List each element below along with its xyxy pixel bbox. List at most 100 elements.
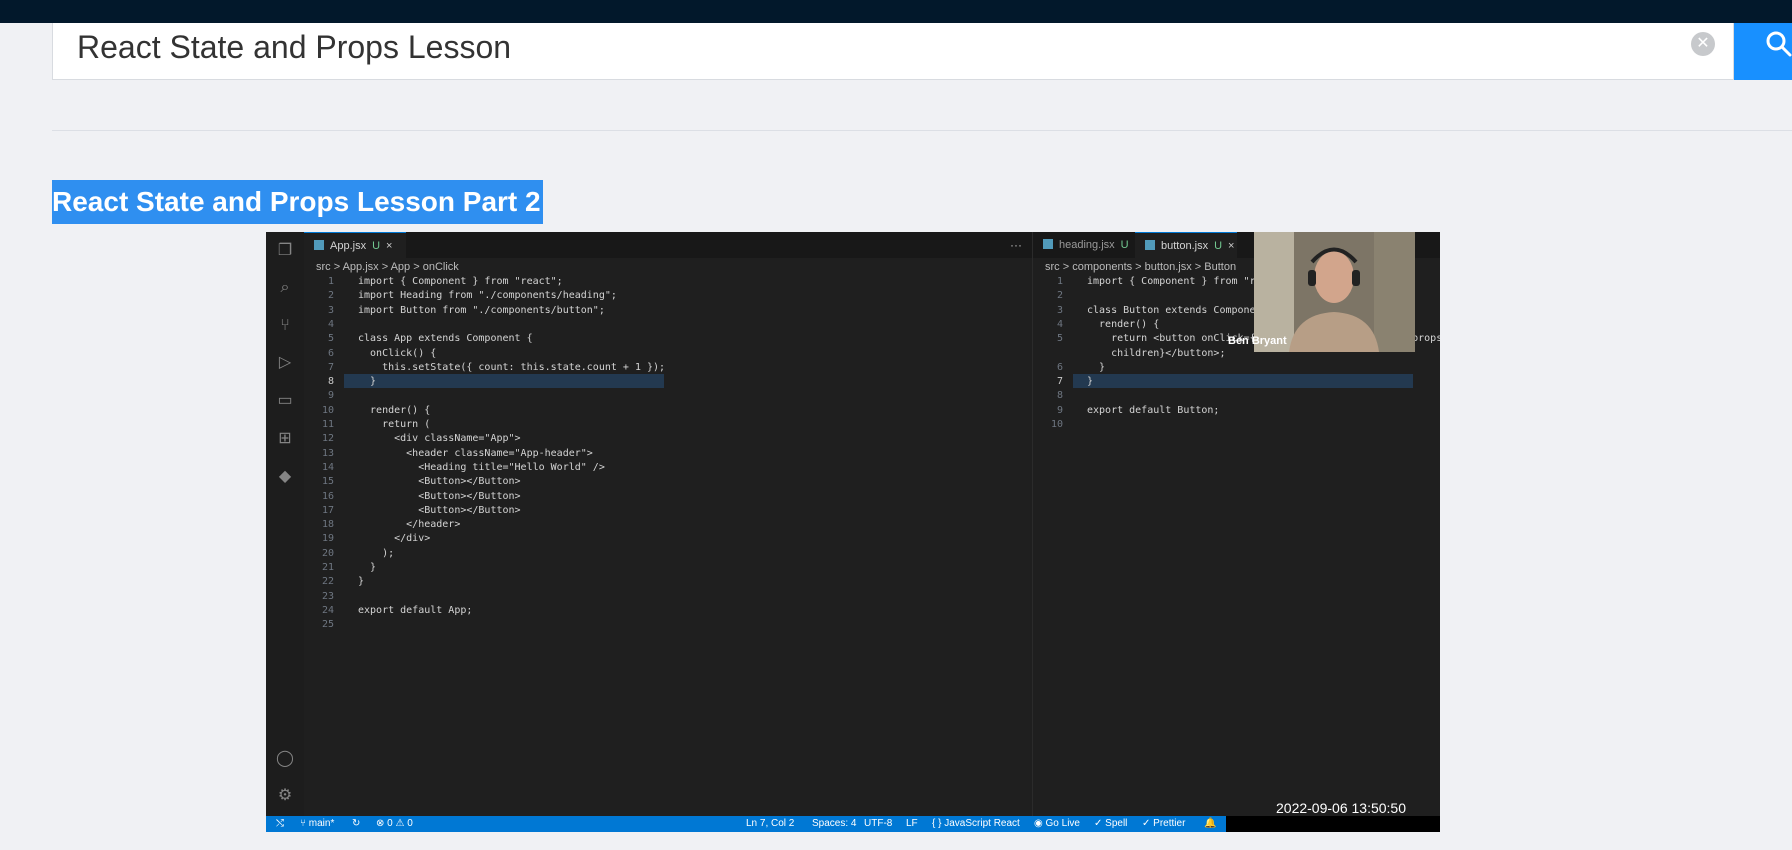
line-number: 22 xyxy=(321,576,334,588)
editor-pane-left: App.jsx U × ··· src > App.jsx > App > onCl… xyxy=(304,232,1033,816)
breadcrumb: src > App.jsx > App > onClick xyxy=(316,261,459,273)
code-text: import Heading from "./components/headin… xyxy=(358,290,617,302)
run-debug-icon: ▷ xyxy=(278,354,292,371)
indentation[interactable]: Spaces: 4 xyxy=(812,816,856,832)
code-text: render() { xyxy=(358,404,431,416)
settings-gear-icon: ⚙ xyxy=(277,787,293,804)
branch-indicator[interactable]: ⑂ main* xyxy=(300,816,334,832)
code-line: 25 xyxy=(304,619,1032,633)
line-number: 8 xyxy=(1056,390,1063,402)
line-number: 9 xyxy=(1056,404,1063,416)
code-line: 3 import Button from "./components/button… xyxy=(304,305,1032,319)
code-line: 21 } xyxy=(304,562,1032,576)
code-text: <Button></Button> xyxy=(358,476,521,488)
code-line: 19 </div> xyxy=(304,533,1032,547)
go-live-button[interactable]: ◉ Go Live xyxy=(1034,816,1080,832)
code-line: 22} xyxy=(304,576,1032,590)
line-number: 6 xyxy=(1056,361,1063,373)
close-circle-icon[interactable]: ✕ xyxy=(1691,32,1715,56)
remote-icon[interactable]: ⤭ xyxy=(276,816,284,832)
line-ending[interactable]: LF xyxy=(906,816,918,832)
line-number: 4 xyxy=(327,318,334,330)
search-input[interactable]: React State and Props Lesson ✕ xyxy=(52,23,1734,80)
code-line: 9 export default Button; xyxy=(1033,405,1440,419)
language-mode[interactable]: { } JavaScript React xyxy=(932,816,1020,832)
cursor-position[interactable]: Ln 7, Col 2 xyxy=(746,816,794,832)
encoding[interactable]: UTF-8 xyxy=(864,816,892,832)
line-number: 25 xyxy=(321,619,334,631)
untracked-badge: U xyxy=(1214,240,1223,252)
code-line: 13 <header className="App-header"> xyxy=(304,448,1032,462)
untracked-badge: U xyxy=(372,240,381,252)
line-number: 15 xyxy=(321,476,334,488)
code-text: import { Component } from "react"; xyxy=(358,276,563,287)
line-number: 8 xyxy=(327,376,334,388)
search-icon: ⌕ xyxy=(280,279,290,296)
code-text: this.setState({ count: this.state.count … xyxy=(358,361,666,373)
code-text: } xyxy=(358,376,377,388)
spell-check[interactable]: ✓ Spell xyxy=(1094,816,1127,832)
tab-label: App.jsx xyxy=(330,240,367,252)
lesson-title: React State and Props Lesson Part 2 xyxy=(52,180,543,224)
problems-indicator[interactable]: ⊗ 0 ⚠ 0 xyxy=(376,816,413,832)
activity-bar: ❐ ⌕ ⑂ ▷ ▭ ⊞ ◆ ◯ ⚙ xyxy=(266,232,305,816)
account-icon: ◯ xyxy=(276,750,294,767)
tab-heading-jsx[interactable]: heading.jsx U xyxy=(1033,232,1143,258)
search-query-text: React State and Props Lesson xyxy=(77,29,512,65)
prettier-status[interactable]: ✓ Prettier xyxy=(1142,816,1185,832)
code-text: </div> xyxy=(358,533,431,545)
line-number: 2 xyxy=(327,290,334,302)
close-icon[interactable]: × xyxy=(1228,240,1234,252)
extensions-icon: ⊞ xyxy=(278,430,292,447)
close-icon[interactable]: × xyxy=(386,240,392,252)
code-text: onClick() { xyxy=(358,347,437,359)
code-text: </header> xyxy=(358,519,461,531)
line-number: 1 xyxy=(327,276,334,287)
code-text: } xyxy=(358,562,377,573)
code-text: export default App; xyxy=(358,604,473,616)
tab-button-jsx[interactable]: button.jsx U × xyxy=(1135,232,1237,259)
source-control-icon: ⑂ xyxy=(280,317,290,334)
line-number: 10 xyxy=(321,404,334,416)
code-line: 8 } xyxy=(304,376,1032,390)
sync-icon[interactable]: ↻ xyxy=(352,816,360,832)
line-number: 1 xyxy=(1056,276,1063,287)
search-icon xyxy=(1766,31,1792,57)
code-line: 6 } xyxy=(1033,362,1440,376)
code-line: 10 xyxy=(1033,419,1440,433)
tab-label: button.jsx xyxy=(1161,240,1209,252)
tab-app-jsx[interactable]: App.jsx U × xyxy=(304,232,406,259)
code-text: ); xyxy=(358,547,395,559)
code-text: } xyxy=(358,576,365,588)
divider xyxy=(52,130,1792,131)
presenter-name: Ben Bryant xyxy=(1228,335,1287,347)
presenter-portrait xyxy=(1254,232,1415,352)
react-file-icon xyxy=(314,240,324,250)
line-number: 17 xyxy=(321,504,334,516)
code-line: 20 ); xyxy=(304,548,1032,562)
more-actions-icon[interactable]: ··· xyxy=(1010,232,1022,258)
line-number: 2 xyxy=(1056,290,1063,302)
code-line: 9 xyxy=(304,390,1032,404)
code-line: 7} xyxy=(1033,376,1440,390)
line-number: 3 xyxy=(327,304,334,316)
video-timestamp: 2022-09-06 13:50:50 xyxy=(1276,800,1406,816)
code-line: 16 <Button></Button> xyxy=(304,491,1032,505)
code-text: <header className="App-header"> xyxy=(358,447,593,459)
code-text: class App extends Component { xyxy=(358,333,533,345)
notifications-bell-icon[interactable]: 🔔 xyxy=(1204,816,1216,832)
code-line: 4 xyxy=(304,319,1032,333)
react-file-icon xyxy=(1043,239,1053,249)
untracked-badge: U xyxy=(1120,239,1129,251)
line-number: 19 xyxy=(321,533,334,545)
code-line: 14 <Heading title="Hello World" /> xyxy=(304,462,1032,476)
code-line: 2 import Heading from "./components/headi… xyxy=(304,290,1032,304)
line-number: 11 xyxy=(321,419,334,430)
search-button[interactable] xyxy=(1734,23,1792,80)
code-text: export default Button; xyxy=(1087,404,1220,416)
line-number: 7 xyxy=(1056,376,1063,388)
line-number: 20 xyxy=(321,547,334,559)
status-bar: ⤭ ⑂ main* ↻ ⊗ 0 ⚠ 0 Ln 7, Col 2 Spaces: … xyxy=(266,816,1226,832)
vscode-window: ❐ ⌕ ⑂ ▷ ▭ ⊞ ◆ ◯ ⚙ App.jsx U × ··· src > Ap… xyxy=(266,232,1440,832)
tab-bar: App.jsx U × ··· xyxy=(304,232,1032,259)
